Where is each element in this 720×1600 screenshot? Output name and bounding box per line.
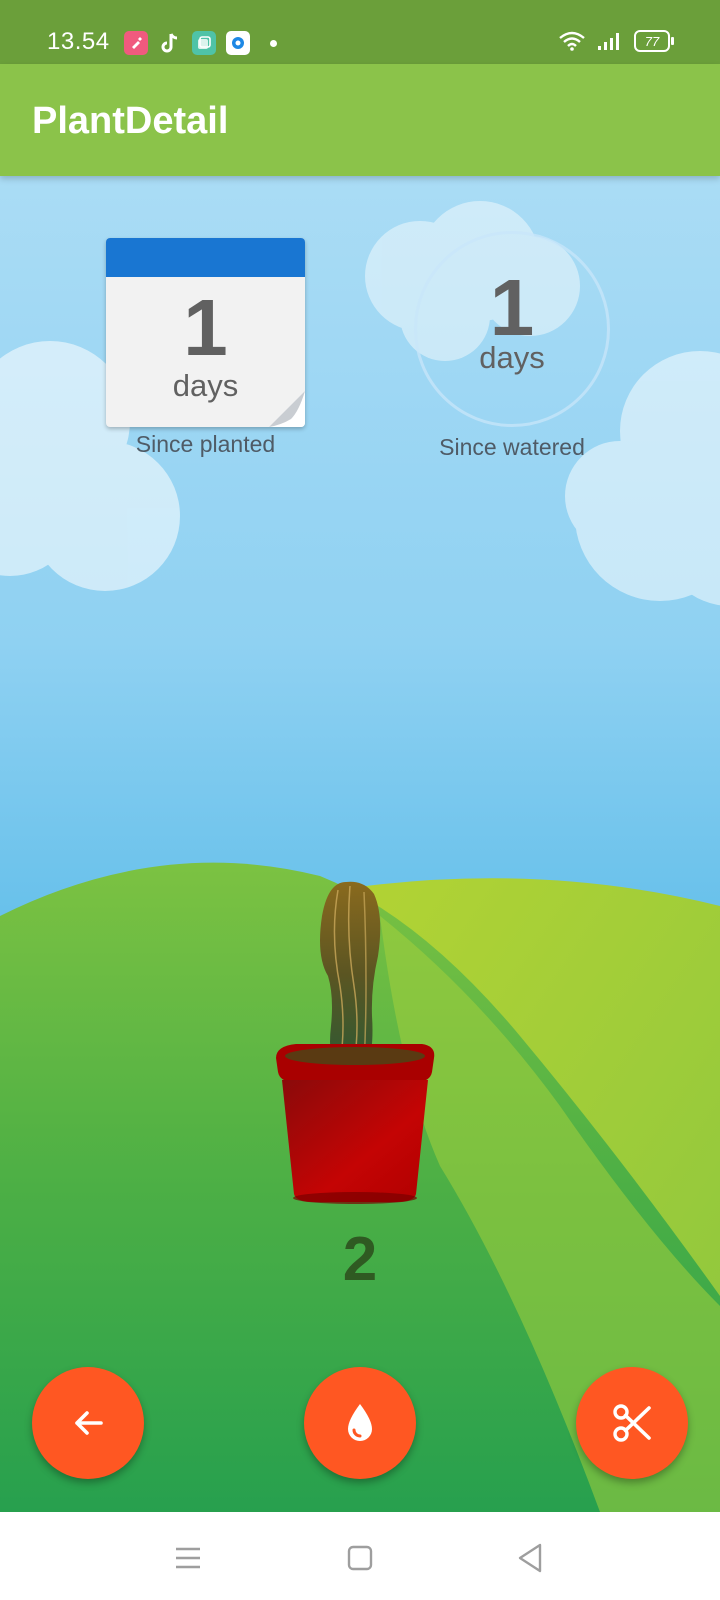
system-navigation-bar xyxy=(0,1512,720,1600)
water-drop-icon xyxy=(348,1404,372,1441)
home-icon xyxy=(347,1545,373,1571)
menu-icon xyxy=(176,1547,200,1569)
nav-back-button[interactable] xyxy=(510,1538,550,1578)
more-notifications-dot xyxy=(270,39,277,47)
calendar-header xyxy=(106,238,305,277)
back-button[interactable] xyxy=(32,1367,144,1479)
status-time: 13.54 xyxy=(47,28,110,55)
battery-icon: 77 xyxy=(634,30,674,52)
back-icon xyxy=(518,1543,542,1573)
scissors-icon xyxy=(613,1404,651,1442)
app-bar: PlantDetail xyxy=(0,64,720,176)
planted-calendar: 1 days xyxy=(106,238,305,427)
browser-icon xyxy=(226,31,250,55)
gallery-icon xyxy=(192,31,216,55)
days-since-watered-unit: days xyxy=(479,340,545,375)
app-notification-icon xyxy=(124,31,148,55)
signal-icon xyxy=(598,33,619,50)
plant-scene: 1 days Since planted 1 days Since watere… xyxy=(0,176,720,1512)
since-planted-label: Since planted xyxy=(135,431,276,457)
cut-button[interactable] xyxy=(576,1367,688,1479)
notification-icons xyxy=(124,31,277,55)
page-curl-icon xyxy=(269,391,305,427)
cactus-in-pot xyxy=(276,881,435,1204)
home-button[interactable] xyxy=(340,1538,380,1578)
tiktok-icon xyxy=(158,31,182,55)
status-bar: 13.54 77 xyxy=(0,0,720,64)
days-since-watered-value: 1 xyxy=(489,263,535,352)
plant-count: 2 xyxy=(342,1225,378,1294)
menu-button[interactable] xyxy=(168,1538,208,1578)
system-icons: 77 xyxy=(558,30,674,52)
wifi-icon xyxy=(559,31,585,51)
water-button[interactable] xyxy=(304,1367,416,1479)
days-since-planted-value: 1 xyxy=(183,283,228,372)
back-arrow-icon xyxy=(75,1411,103,1435)
since-watered-label: Since watered xyxy=(439,434,585,460)
page-title: PlantDetail xyxy=(32,100,229,142)
